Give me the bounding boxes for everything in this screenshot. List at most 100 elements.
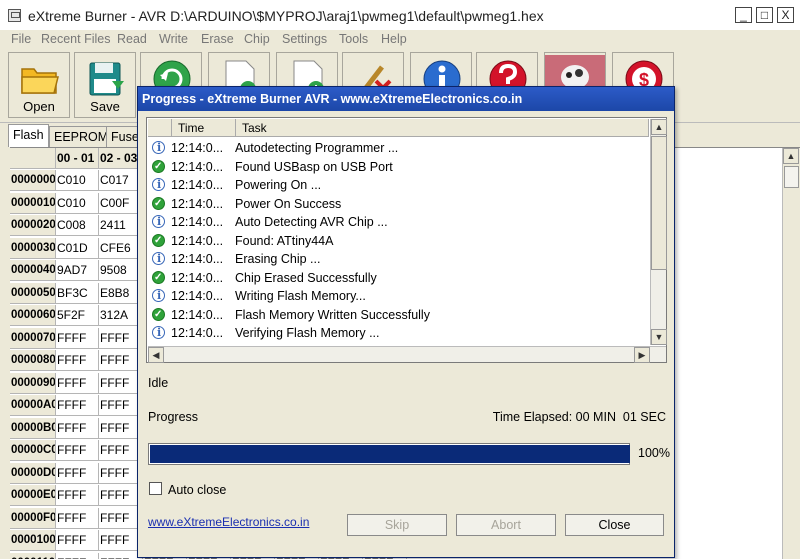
info-icon xyxy=(152,289,165,302)
hex-cell[interactable]: FFFF xyxy=(56,508,99,529)
log-entry[interactable]: 12:14:0... Writing Flash Memory... xyxy=(147,287,647,305)
success-icon xyxy=(152,197,165,210)
hex-cell[interactable]: FFFF xyxy=(56,350,99,371)
progress-label: Progress xyxy=(148,410,198,424)
minimize-button[interactable]: _ xyxy=(735,7,752,23)
log-scroll-up[interactable]: ▲ xyxy=(651,119,667,135)
hex-cell[interactable]: FFFF xyxy=(56,373,99,394)
progress-bar xyxy=(148,443,630,465)
row-address: 0000010 xyxy=(10,193,56,214)
hex-cell[interactable]: FFFF xyxy=(56,418,99,439)
column-header: 00 - 01 xyxy=(56,148,99,169)
row-address: 0000100 xyxy=(10,530,56,551)
log-entry[interactable]: 12:14:0...Auto Detecting AVR Chip ... xyxy=(147,213,647,231)
time-column-header[interactable]: Time xyxy=(172,119,236,137)
log-task: Writing Flash Memory... xyxy=(235,287,366,305)
log-entry[interactable]: 12:14:0... Chip Erased Successfully xyxy=(147,269,647,287)
menu-chip[interactable]: Chip xyxy=(244,32,270,46)
row-address: 00000E0 xyxy=(10,485,56,506)
log-icon-header xyxy=(148,119,172,137)
hex-cell[interactable]: 9AD7 xyxy=(56,260,99,281)
log-scroll-right[interactable]: ▶ xyxy=(634,347,650,363)
scroll-thumb[interactable] xyxy=(784,166,799,188)
log-task: Flash Memory Written Successfully xyxy=(235,306,430,324)
hex-cell[interactable]: FFFF xyxy=(56,328,99,349)
log-vscroll[interactable]: ▲ ▼ xyxy=(650,119,666,345)
log-hscroll[interactable]: ◀ ▶ xyxy=(148,346,666,362)
log-time: 12:14:0... xyxy=(171,287,223,305)
row-address: 00000B0 xyxy=(10,418,56,439)
row-address: 0000090 xyxy=(10,373,56,394)
scroll-up-button[interactable]: ▲ xyxy=(783,148,799,164)
log-scroll-left[interactable]: ◀ xyxy=(148,347,164,363)
log-entry[interactable]: 12:14:0...Powering On ... xyxy=(147,176,647,194)
abort-button[interactable]: Abort xyxy=(456,514,556,536)
close-button[interactable]: Close xyxy=(565,514,664,536)
open-button[interactable]: Open xyxy=(8,52,70,118)
log-time: 12:14:0... xyxy=(171,306,223,324)
menu-read[interactable]: Read xyxy=(117,32,147,46)
row-address: 00000F0 xyxy=(10,508,56,529)
grid-scrollbar[interactable]: ▲ xyxy=(782,148,800,559)
task-column-header[interactable]: Task xyxy=(236,119,649,137)
log-scroll-down[interactable]: ▼ xyxy=(651,329,667,345)
log-time: 12:14:0... xyxy=(171,269,223,287)
row-address: 0000030 xyxy=(10,238,56,259)
row-address: 0000000 xyxy=(10,170,56,191)
log-time: 12:14:0... xyxy=(171,139,223,157)
hex-cell[interactable]: FFFF xyxy=(56,463,99,484)
corner-header xyxy=(10,148,56,169)
info-icon xyxy=(152,178,165,191)
hex-cell[interactable]: FFFF xyxy=(56,440,99,461)
hex-cell[interactable]: C01D xyxy=(56,238,99,259)
row-address: 0000060 xyxy=(10,305,56,326)
tab-flash[interactable]: Flash xyxy=(8,124,49,147)
row-address: 00000A0 xyxy=(10,395,56,416)
menu-help[interactable]: Help xyxy=(381,32,407,46)
log-task: Erasing Chip ... xyxy=(235,250,320,268)
log-task: Chip Erased Successfully xyxy=(235,269,377,287)
hex-cell[interactable]: FFFF xyxy=(56,553,99,559)
log-scroll-thumb[interactable] xyxy=(651,136,667,270)
log-entry[interactable]: 12:14:0... Erasing Chip ... xyxy=(147,250,647,268)
log-entry[interactable]: 12:14:0...Autodetecting Programmer ... xyxy=(147,139,647,157)
menu-settings[interactable]: Settings xyxy=(282,32,327,46)
menu-write[interactable]: Write xyxy=(159,32,188,46)
hex-cell[interactable]: FFFF xyxy=(56,485,99,506)
skip-button[interactable]: Skip xyxy=(347,514,447,536)
tab-eeprom[interactable]: EEPROM xyxy=(49,126,113,147)
menu-tools[interactable]: Tools xyxy=(339,32,368,46)
log-time: 12:14:0... xyxy=(171,250,223,268)
hex-cell[interactable]: BF3C xyxy=(56,283,99,304)
log-task: Found USBasp on USB Port xyxy=(235,158,393,176)
save-label: Save xyxy=(75,99,135,114)
auto-close-label[interactable]: Auto close xyxy=(168,483,226,497)
log-time: 12:14:0... xyxy=(171,158,223,176)
progress-fill xyxy=(150,445,630,463)
app-icon xyxy=(8,9,21,22)
hex-cell[interactable]: C008 xyxy=(56,215,99,236)
save-button[interactable]: Save xyxy=(74,52,136,118)
time-elapsed: Time Elapsed: 00 MIN 01 SEC xyxy=(493,410,666,424)
menu-recent-files[interactable]: Recent Files xyxy=(41,32,110,46)
website-link[interactable]: www.eXtremeElectronics.co.in xyxy=(148,515,309,529)
close-window-button[interactable]: X xyxy=(777,7,794,23)
menu-file[interactable]: File xyxy=(11,32,31,46)
auto-close-checkbox[interactable] xyxy=(149,482,162,495)
log-entry[interactable]: 12:14:0...Power On Success xyxy=(147,195,647,213)
hex-cell[interactable]: C010 xyxy=(56,193,99,214)
row-address: 0000070 xyxy=(10,328,56,349)
log-entry[interactable]: 12:14:0...Verifying Flash Memory ... xyxy=(147,324,647,342)
maximize-button[interactable]: □ xyxy=(756,7,773,23)
hex-cell[interactable]: 5F2F xyxy=(56,305,99,326)
menu-erase[interactable]: Erase xyxy=(201,32,234,46)
log-entry[interactable]: 12:14:0...Found: ATtiny44A xyxy=(147,232,647,250)
log-time: 12:14:0... xyxy=(171,324,223,342)
log-entry[interactable]: 12:14:0... Flash Memory Written Successfu… xyxy=(147,306,647,324)
hex-cell[interactable]: C010 xyxy=(56,170,99,191)
hex-cell[interactable]: FFFF xyxy=(56,395,99,416)
open-label: Open xyxy=(9,99,69,114)
log-entry[interactable]: 12:14:0... Found USBasp on USB Port xyxy=(147,158,647,176)
hex-cell[interactable]: FFFF xyxy=(56,530,99,551)
success-icon xyxy=(152,160,165,173)
